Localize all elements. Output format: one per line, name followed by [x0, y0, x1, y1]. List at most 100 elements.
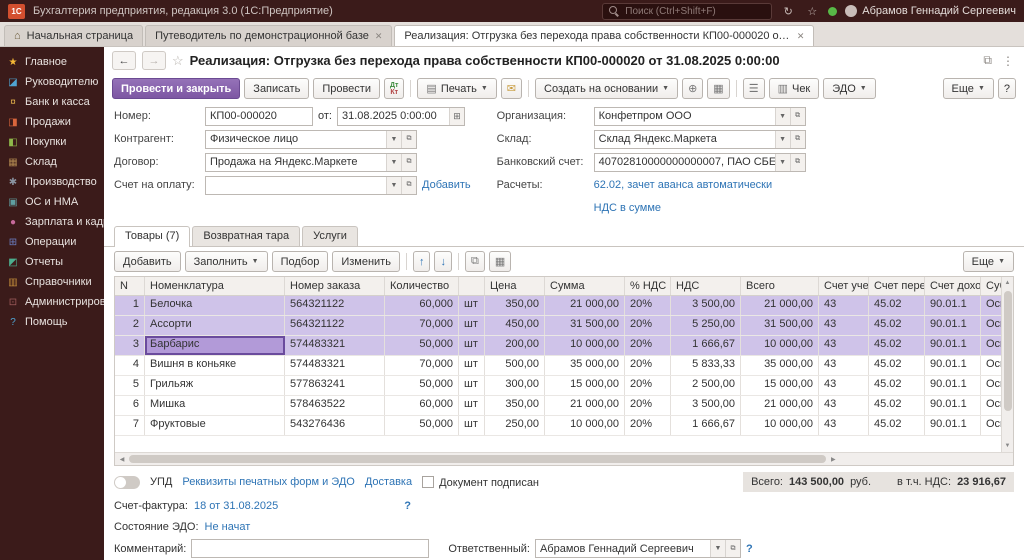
price-header[interactable]: Цена [485, 277, 545, 295]
sidebar-item-pomosch[interactable]: ? Помощь [0, 312, 104, 332]
table-row[interactable]: 1 Белочка 564321122 60,000 шт 350,00 21 000,00… [115, 296, 1013, 316]
open-icon[interactable]: ⧉ [401, 153, 416, 171]
quantity-header[interactable]: Количество [385, 277, 459, 295]
forward-button[interactable]: → [142, 51, 166, 70]
chevron-down-icon[interactable]: ▼ [386, 153, 401, 171]
date-field[interactable]: 31.08.2025 0:00:00 [338, 110, 449, 122]
upd-toggle[interactable] [114, 475, 140, 489]
vat-percent-cell[interactable]: 20% [625, 316, 671, 335]
responsible-help-icon[interactable]: ? [746, 543, 753, 555]
edo-button[interactable]: ЭДО ▼ [823, 78, 876, 99]
account-transfer-cell[interactable]: 45.02 [869, 336, 925, 355]
total-cell[interactable]: 21 000,00 [741, 396, 819, 415]
user-menu[interactable]: Абрамов Геннадий Сергеевич [845, 5, 1016, 17]
save-button[interactable]: Записать [244, 78, 310, 99]
nomenclature-cell[interactable]: Фруктовые [145, 416, 285, 435]
vertical-scrollbar[interactable]: ▲ ▼ [1001, 277, 1013, 452]
account-goods-cell[interactable]: 43 [819, 356, 869, 375]
table-more-button[interactable]: Еще ▼ [962, 251, 1014, 272]
account-transfer-header[interactable]: Счет передачи [869, 277, 925, 295]
unit-header[interactable] [459, 277, 485, 295]
price-cell[interactable]: 250,00 [485, 416, 545, 435]
open-icon[interactable]: ⧉ [789, 153, 805, 171]
sidebar-item-glavnoe[interactable]: ★ Главное [0, 52, 104, 72]
nomenclature-cell[interactable]: Барбарис [145, 336, 285, 355]
move-up-button[interactable]: ↑ [412, 251, 431, 272]
sidebar-item-os-i-nma[interactable]: ▣ ОС и НМА [0, 192, 104, 212]
unit-cell[interactable]: шт [459, 316, 485, 335]
global-search[interactable] [602, 2, 773, 20]
row-number-cell[interactable]: 3 [115, 336, 145, 355]
send-email-button[interactable]: ✉ [500, 78, 523, 99]
vat-in-amount-link[interactable]: НДС в сумме [594, 202, 661, 214]
tab-home[interactable]: ⌂ Начальная страница [4, 25, 144, 46]
amount-cell[interactable]: 21 000,00 [545, 396, 625, 415]
vat-percent-cell[interactable]: 20% [625, 356, 671, 375]
invoice-link[interactable]: 18 от 31.08.2025 [194, 500, 278, 512]
quantity-cell[interactable]: 50,000 [385, 376, 459, 395]
open-in-window-icon[interactable]: ⧉ [981, 53, 994, 68]
add-row-button[interactable]: Добавить [114, 251, 181, 272]
add-invoice-link[interactable]: Добавить [422, 179, 471, 191]
search-input[interactable] [625, 5, 766, 17]
comment-input[interactable] [191, 539, 430, 558]
vat-percent-cell[interactable]: 20% [625, 336, 671, 355]
total-cell[interactable]: 15 000,00 [741, 376, 819, 395]
total-cell[interactable]: 10 000,00 [741, 416, 819, 435]
amount-cell[interactable]: 31 500,00 [545, 316, 625, 335]
check-button[interactable]: ▥ Чек [768, 78, 820, 99]
sidebar-item-spravochniki[interactable]: ▥ Справочники [0, 272, 104, 292]
calendar-icon[interactable]: ⊞ [448, 107, 464, 125]
account-goods-cell[interactable]: 43 [819, 336, 869, 355]
vat-amount-cell[interactable]: 3 500,00 [671, 396, 741, 415]
chevron-down-icon[interactable]: ▼ [774, 107, 790, 125]
price-cell[interactable]: 300,00 [485, 376, 545, 395]
account-income-header[interactable]: Счет доходов [925, 277, 981, 295]
unit-cell[interactable]: шт [459, 356, 485, 375]
total-cell[interactable]: 21 000,00 [741, 296, 819, 315]
account-income-cell[interactable]: 90.01.1 [925, 396, 981, 415]
related-documents-button[interactable]: ▦ [707, 78, 730, 99]
invoice-help-icon[interactable]: ? [404, 500, 411, 512]
order-number-cell[interactable]: 564321122 [285, 316, 385, 335]
tab-services[interactable]: Услуги [302, 226, 358, 246]
vat-percent-header[interactable]: % НДС [625, 277, 671, 295]
chevron-down-icon[interactable]: ▼ [386, 130, 401, 148]
scroll-right-icon[interactable]: ▶ [828, 456, 838, 463]
unit-cell[interactable]: шт [459, 376, 485, 395]
table-row[interactable]: 6 Мишка 578463522 60,000 шт 350,00 21 000,00 20… [115, 396, 1013, 416]
account-transfer-cell[interactable]: 45.02 [869, 296, 925, 315]
account-income-cell[interactable]: 90.01.1 [925, 296, 981, 315]
row-number-cell[interactable]: 7 [115, 416, 145, 435]
row-number-header[interactable]: N [115, 277, 145, 295]
account-goods-cell[interactable]: 43 [819, 376, 869, 395]
amount-header[interactable]: Сумма [545, 277, 625, 295]
nomenclature-header[interactable]: Номенклатура [145, 277, 285, 295]
vat-amount-cell[interactable]: 1 666,67 [671, 336, 741, 355]
horizontal-scrollbar[interactable]: ◀ ▶ [115, 452, 1013, 465]
chevron-down-icon[interactable]: ▼ [774, 153, 790, 171]
more-button[interactable]: Еще ▼ [942, 78, 994, 99]
responsible-field[interactable]: Абрамов Геннадий Сергеевич [536, 543, 710, 555]
sidebar-item-rukovoditelyu[interactable]: ◪ Руководителю [0, 72, 104, 92]
sidebar-item-sklad[interactable]: ▦ Склад [0, 152, 104, 172]
vat-percent-cell[interactable]: 20% [625, 416, 671, 435]
tab-close-icon[interactable]: ✕ [375, 31, 383, 42]
print-forms-requisites-link[interactable]: Реквизиты печатных форм и ЭДО [182, 476, 355, 488]
price-cell[interactable]: 200,00 [485, 336, 545, 355]
sidebar-item-bank-i-kassa[interactable]: ¤ Банк и касса [0, 92, 104, 112]
pick-button[interactable]: Подбор [271, 251, 329, 272]
table-row[interactable]: 3 Барбарис 574483321 50,000 шт 200,00 10 000,0… [115, 336, 1013, 356]
table-row[interactable]: 2 Ассорти 564321122 70,000 шт 450,00 31 500,00… [115, 316, 1013, 336]
account-transfer-cell[interactable]: 45.02 [869, 376, 925, 395]
more-actions-icon[interactable]: ⋮ [1000, 54, 1016, 68]
bank-account-field[interactable]: 40702810000000000007, ПАО СБЕРБАНК [595, 156, 775, 168]
quantity-cell[interactable]: 60,000 [385, 296, 459, 315]
scroll-down-icon[interactable]: ▼ [1005, 440, 1011, 452]
total-cell[interactable]: 31 500,00 [741, 316, 819, 335]
open-icon[interactable]: ⧉ [789, 107, 805, 125]
scrollbar-thumb[interactable] [1003, 291, 1012, 411]
post-button[interactable]: Провести [313, 78, 380, 99]
order-number-cell[interactable]: 543276436 [285, 416, 385, 435]
copy-row-button[interactable]: ⧉ [464, 251, 485, 272]
